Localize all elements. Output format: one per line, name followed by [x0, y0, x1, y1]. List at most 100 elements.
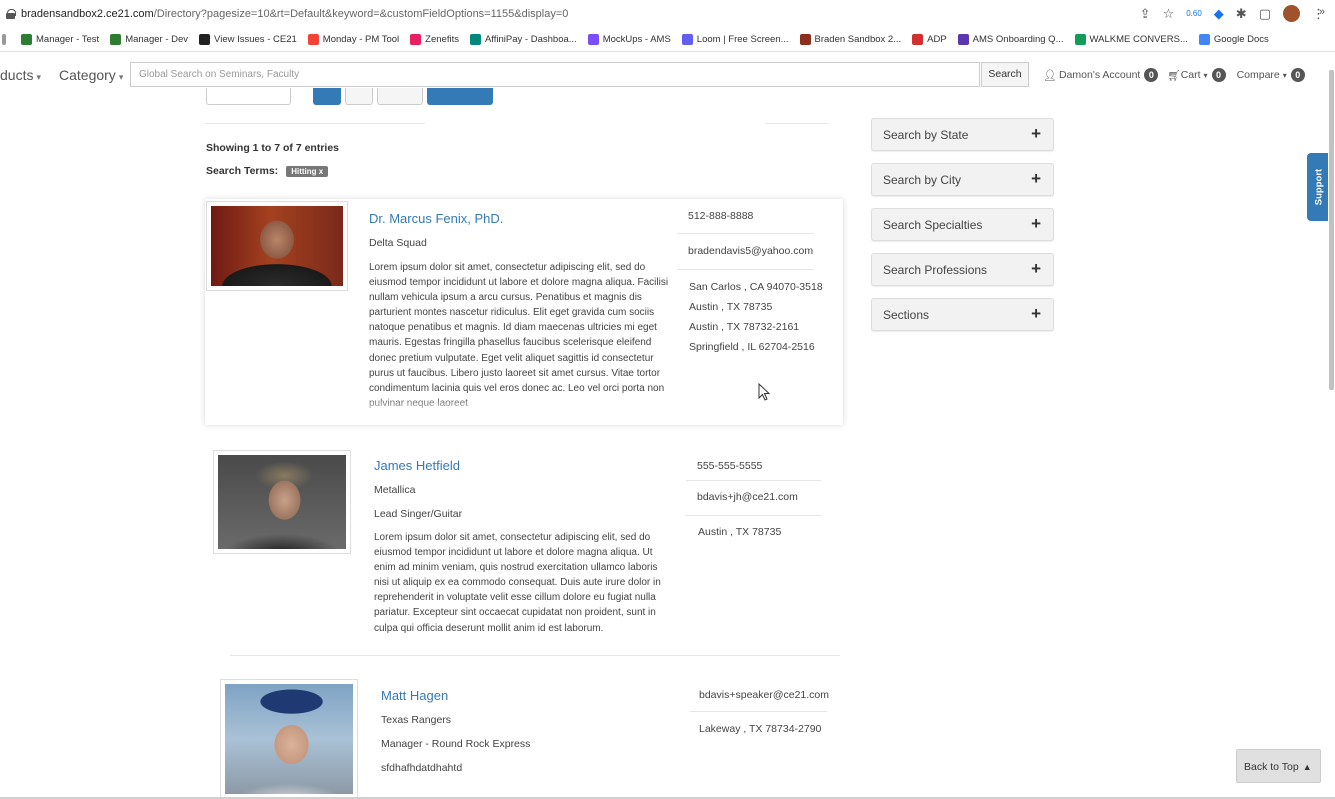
divider	[766, 123, 828, 124]
bookmark-item[interactable]: WALKME CONVERS...	[1074, 33, 1188, 45]
bookmarks-bar: Manager - Test Manager - Dev View Issues -…	[0, 27, 1335, 52]
bookmark-item[interactable]: Manager - Test	[21, 33, 100, 45]
cart-icon: 🛒︎	[1167, 69, 1181, 82]
chevron-down-icon: ▾	[36, 72, 41, 82]
bookmarks-overflow-icon[interactable]: »	[1319, 6, 1325, 18]
nav-category[interactable]: Category ▾	[59, 67, 123, 83]
bookmark-item[interactable]: View Issues - CE21	[199, 33, 297, 45]
person-address: Austin , TX 78732-2161	[689, 321, 800, 333]
person-photo[interactable]	[206, 201, 348, 291]
extensions-puzzle-icon[interactable]: ✱	[1236, 6, 1247, 22]
bookmark-item[interactable]: Manager - Dev	[110, 33, 189, 45]
cart-link[interactable]: Cart	[1181, 69, 1201, 81]
filter-city[interactable]: Search by City +	[871, 163, 1054, 196]
bookmark-item[interactable]: Google Docs	[1198, 33, 1269, 45]
bookmark-item[interactable]	[2, 33, 10, 45]
profile-avatar[interactable]	[1283, 5, 1300, 22]
person-org: Metallica	[374, 484, 416, 496]
bookmark-star-icon[interactable]: ☆	[1163, 6, 1175, 22]
filter-search-button[interactable]	[427, 88, 493, 105]
page-size-select[interactable]	[206, 88, 291, 105]
global-search-input[interactable]: Global Search on Seminars, Faculty	[130, 62, 980, 87]
bookmark-item[interactable]: MockUps - AMS	[587, 33, 671, 45]
person-phone: 555-555-5555	[697, 460, 763, 472]
person-address: San Carlos , CA 94070-3518	[689, 281, 823, 293]
user-icon: 👤︎	[1043, 69, 1057, 82]
person-email[interactable]: bradendavis5@yahoo.com	[688, 245, 813, 257]
search-terms-label: Search Terms:	[206, 165, 279, 177]
bookmark-label: WALKME CONVERS...	[1089, 33, 1188, 45]
person-name[interactable]: Dr. Marcus Fenix, PhD.	[369, 211, 503, 226]
bookmark-favicon-icon	[110, 33, 122, 45]
account-link[interactable]: Damon's Account	[1059, 69, 1140, 81]
search-button[interactable]: Search	[981, 62, 1029, 87]
bookmark-favicon-icon	[199, 33, 211, 45]
plus-icon: +	[1031, 214, 1041, 233]
filter-state[interactable]: Search by State +	[871, 118, 1054, 151]
person-name[interactable]: Matt Hagen	[381, 688, 448, 703]
person-description: Lorem ipsum dolor sit amet, consectetur …	[374, 532, 661, 634]
search-term-tag[interactable]: Hitting x	[286, 165, 329, 177]
plus-icon: +	[1031, 124, 1041, 143]
list-view-button[interactable]	[313, 88, 341, 105]
person-phone: 512-888-8888	[688, 210, 754, 222]
address-bar[interactable]: bradensandbox2.ce21.com/Directory?pagesi…	[0, 0, 1335, 27]
plus-icon: +	[1031, 259, 1041, 278]
divider	[686, 480, 821, 481]
bookmark-favicon-icon	[681, 33, 693, 45]
filter-sections[interactable]: Sections +	[871, 298, 1054, 331]
bookmark-favicon-icon	[1074, 33, 1086, 45]
bookmark-label: Loom | Free Screen...	[696, 33, 789, 45]
bookmark-label: Manager - Dev	[125, 33, 189, 45]
bookmark-item[interactable]: AMS Onboarding Q...	[957, 33, 1064, 45]
person-description: Lorem ipsum dolor sit amet, consectetur …	[369, 260, 669, 418]
clear-button[interactable]	[377, 88, 423, 105]
person-name[interactable]: James Hetfield	[374, 458, 460, 473]
scrollbar-thumb[interactable]	[1329, 70, 1334, 390]
nav-products[interactable]: ducts ▾	[0, 67, 41, 83]
bookmark-item[interactable]: Monday - PM Tool	[307, 33, 399, 45]
plus-icon: +	[1031, 304, 1041, 323]
person-address: Austin , TX 78735	[689, 301, 773, 313]
extension-icon[interactable]: 0.60	[1186, 9, 1202, 18]
results-count: Showing 1 to 7 of 7 entries	[206, 142, 340, 154]
bookmark-label: Manager - Test	[36, 33, 100, 45]
divider	[677, 233, 814, 234]
grid-view-button[interactable]	[345, 88, 373, 105]
bookmark-item[interactable]: ADP	[912, 33, 947, 45]
bookmark-item[interactable]: AffiniPay - Dashboa...	[469, 33, 577, 45]
search-terms: Search Terms: Hitting x	[206, 165, 329, 177]
person-address: Lakeway , TX 78734-2790	[699, 723, 822, 735]
person-photo[interactable]	[213, 450, 351, 554]
bookmark-favicon-icon	[957, 33, 969, 45]
person-title: Lead Singer/Guitar	[374, 508, 463, 520]
url-text[interactable]: bradensandbox2.ce21.com/Directory?pagesi…	[21, 8, 568, 20]
plus-icon: +	[1031, 169, 1041, 188]
extension-flow-icon[interactable]: ◆	[1214, 6, 1224, 22]
bookmark-label: AffiniPay - Dashboa...	[484, 33, 577, 45]
bookmark-favicon-icon	[21, 33, 32, 45]
lock-icon	[6, 8, 16, 19]
person-org: Delta Squad	[369, 237, 427, 249]
bookmark-item[interactable]: Loom | Free Screen...	[681, 33, 789, 45]
divider	[686, 515, 821, 516]
bookmark-favicon-icon	[587, 33, 599, 45]
person-email[interactable]: bdavis+speaker@ce21.com	[699, 689, 829, 701]
back-to-top-button[interactable]: Back to Top ▲	[1236, 749, 1321, 783]
bookmark-item[interactable]: Zenefits	[410, 33, 459, 45]
bookmark-favicon-icon	[912, 33, 924, 45]
person-email[interactable]: bdavis+jh@ce21.com	[697, 491, 798, 503]
filter-specialties[interactable]: Search Specialties +	[871, 208, 1054, 241]
filter-professions[interactable]: Search Professions +	[871, 253, 1054, 286]
bookmark-label: ADP	[927, 33, 947, 45]
bookmark-favicon-icon	[469, 33, 481, 45]
bookmark-item[interactable]: Braden Sandbox 2...	[799, 33, 901, 45]
bookmark-favicon-icon	[1198, 33, 1210, 45]
share-icon[interactable]: ⇪	[1140, 6, 1151, 22]
sidebar-icon[interactable]: ▢	[1259, 6, 1271, 22]
bookmark-label: AMS Onboarding Q...	[972, 33, 1064, 45]
person-address: Austin , TX 78735	[698, 526, 782, 538]
card-divider	[230, 655, 840, 656]
person-photo[interactable]	[220, 679, 358, 799]
compare-link[interactable]: Compare	[1237, 69, 1280, 81]
